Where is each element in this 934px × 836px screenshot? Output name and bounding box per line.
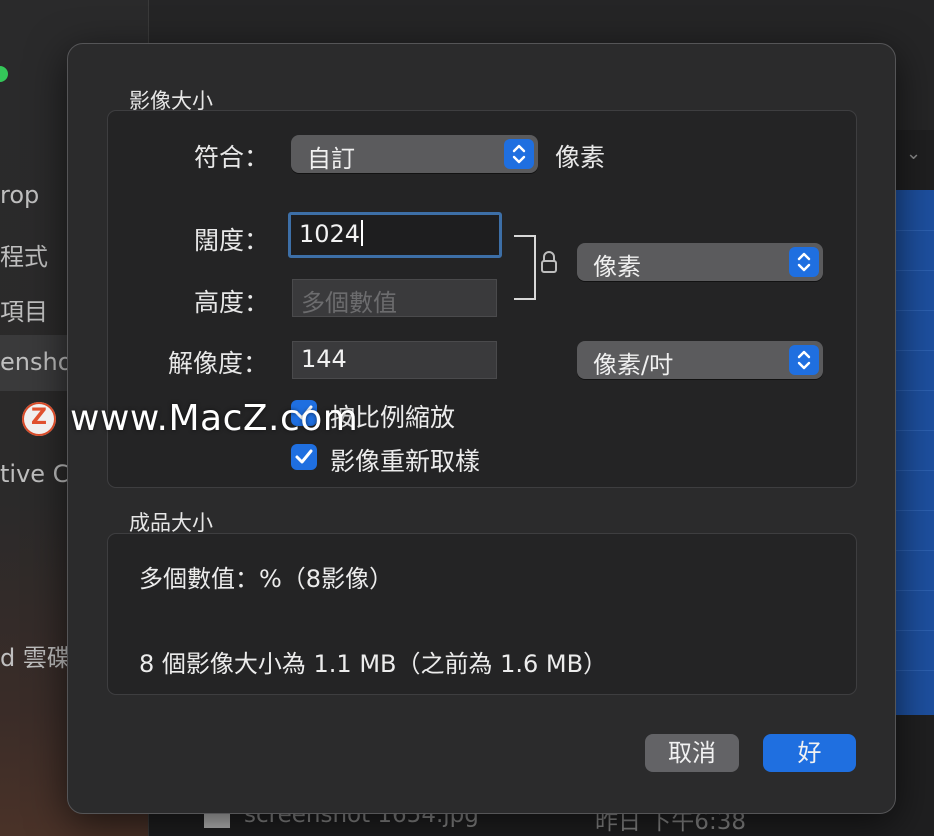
resulting-size-filesize: 8 個影像大小為 1.1 MB（之前為 1.6 MB） [139,650,608,678]
up-down-chevron-icon [789,345,819,375]
resolution-field[interactable]: 144 [292,341,497,379]
chevron-down-icon[interactable]: ⌄ [906,143,921,164]
size-unit-popup[interactable]: 像素 [577,243,823,281]
resample-image-checkbox[interactable] [291,444,317,470]
fit-label: 符合： [194,143,270,172]
resolution-unit-value: 像素/吋 [593,351,674,379]
width-label: 闊度： [194,226,270,255]
fit-unit-label: 像素 [555,143,606,172]
size-unit-value: 像素 [593,253,641,281]
proportion-bracket [514,235,536,300]
up-down-chevron-icon [789,247,819,277]
resolution-label: 解像度： [168,349,269,378]
fit-popup[interactable]: 自訂 [291,135,538,173]
fit-popup-value: 自訂 [307,145,355,173]
resample-image-label[interactable]: 影像重新取樣 [330,442,480,478]
resolution-unit-popup[interactable]: 像素/吋 [577,341,823,379]
height-placeholder: 多個數值 [301,289,397,317]
watermark-logo-icon: Z [22,402,56,436]
sidebar-item[interactable]: 項目 [0,292,48,327]
resulting-size-dimensions: 多個數值：%（8影像） [139,565,394,593]
watermark-text: www.MacZ.com [70,398,359,439]
sidebar-item[interactable]: d 雲碟 [0,638,71,673]
height-field[interactable]: 多個數值 [292,279,497,317]
ok-button[interactable]: 好 [763,734,856,772]
checkmark-icon [295,449,313,464]
width-field[interactable]: 1024 [288,212,502,258]
height-label: 高度： [194,288,270,317]
up-down-chevron-icon [504,139,534,169]
status-dot-icon [0,66,8,82]
sidebar-item[interactable]: rop [0,181,39,209]
width-value: 1024 [299,220,364,248]
cancel-button[interactable]: 取消 [645,734,739,772]
sidebar-item[interactable]: 程式 [0,237,48,272]
resolution-value: 144 [301,345,347,373]
lock-icon[interactable] [540,250,558,274]
sidebar-item[interactable]: tive C [0,460,69,488]
